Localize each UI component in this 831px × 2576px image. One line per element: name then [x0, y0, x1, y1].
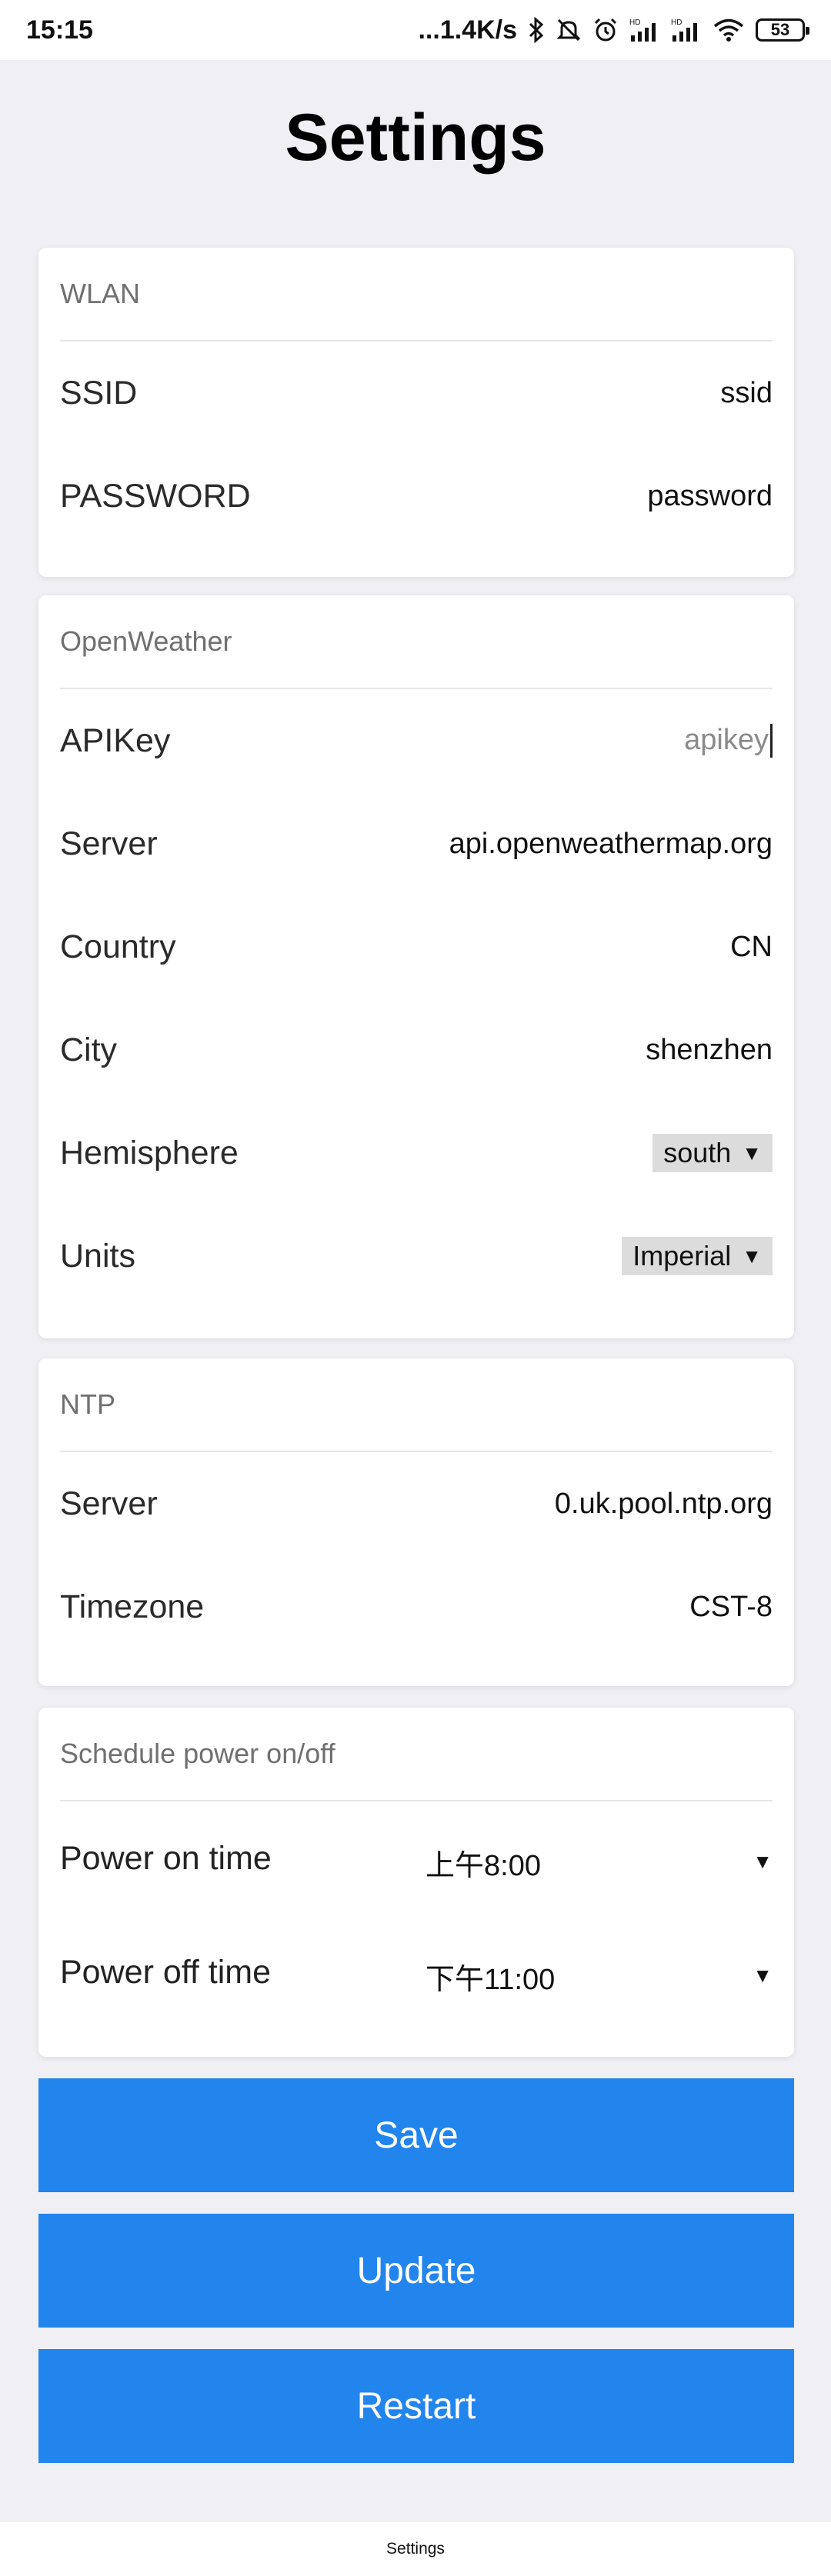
ntp-server-input[interactable]: 0.uk.pool.ntp.org [555, 1488, 773, 1521]
ssid-label: SSID [60, 374, 138, 412]
ntp-server-row[interactable]: Server 0.uk.pool.ntp.org [60, 1452, 773, 1555]
timezone-row[interactable]: Timezone CST-8 [60, 1555, 773, 1658]
signal-hd-icon: HD [671, 17, 702, 43]
city-label: City [60, 1031, 118, 1068]
power-on-label: Power on time [60, 1839, 272, 1877]
save-button[interactable]: Save [38, 2078, 794, 2192]
dropdown-arrow-icon: ▼ [742, 1141, 762, 1165]
signal-hd-icon: HD [629, 17, 660, 43]
ntp-card: NTP Server 0.uk.pool.ntp.org Timezone CS… [38, 1358, 794, 1686]
update-button[interactable]: Update [38, 2214, 794, 2328]
bluetooth-icon [528, 17, 545, 43]
page-title: Settings [285, 101, 546, 175]
ssid-row[interactable]: SSID ssid [60, 342, 773, 445]
power-off-row[interactable]: Power off time 下午11:00 ▼ [60, 1915, 773, 2029]
dropdown-arrow-icon: ▼ [742, 1244, 762, 1268]
hemisphere-value: south [663, 1137, 732, 1168]
dropdown-arrow-icon[interactable]: ▼ [742, 1958, 773, 1988]
hemisphere-row[interactable]: Hemisphere south ▼ [60, 1101, 773, 1205]
ssid-input[interactable]: ssid [720, 377, 773, 410]
ntp-header: NTP [60, 1358, 773, 1452]
country-label: Country [60, 928, 176, 965]
password-input[interactable]: password [647, 480, 773, 513]
status-bar: 15:15 ...1.4K/s HD HD 53 [0, 0, 831, 60]
apikey-row[interactable]: APIKey apikey [60, 689, 773, 792]
units-select[interactable]: Imperial ▼ [622, 1237, 773, 1275]
network-speed: ...1.4K/s [418, 15, 517, 45]
country-input[interactable]: CN [730, 931, 773, 964]
power-off-time-input[interactable]: 下午11:00 [426, 1948, 742, 1998]
status-time: 15:15 [26, 15, 93, 45]
password-label: PASSWORD [60, 477, 251, 515]
openweather-card: OpenWeather APIKey apikey Server api.ope… [38, 595, 794, 1338]
text-caret [770, 724, 773, 758]
battery-level: 53 [770, 20, 790, 39]
status-icons: ...1.4K/s HD HD 53 [418, 15, 809, 45]
wlan-card: WLAN SSID ssid PASSWORD password [38, 248, 794, 577]
password-row[interactable]: PASSWORD password [60, 445, 773, 548]
dropdown-arrow-icon[interactable]: ▼ [742, 1844, 773, 1874]
city-row[interactable]: City shenzhen [60, 998, 773, 1101]
timezone-input[interactable]: CST-8 [689, 1591, 773, 1624]
alarm-icon [592, 17, 619, 43]
restart-button[interactable]: Restart [38, 2349, 794, 2463]
units-row[interactable]: Units Imperial ▼ [60, 1205, 773, 1308]
power-on-time-input[interactable]: 上午8:00 [426, 1834, 742, 1884]
city-input[interactable]: shenzhen [646, 1034, 773, 1067]
units-label: Units [60, 1237, 135, 1275]
power-off-label: Power off time [60, 1953, 272, 1991]
units-value: Imperial [632, 1240, 732, 1271]
schedule-card: Schedule power on/off Power on time 上午8:… [38, 1708, 794, 2057]
apikey-placeholder: apikey [684, 723, 769, 756]
wifi-icon [713, 17, 745, 43]
openweather-header: OpenWeather [60, 595, 773, 689]
weather-server-row[interactable]: Server api.openweathermap.org [60, 792, 773, 895]
mute-icon [556, 17, 582, 43]
svg-text:HD: HD [629, 18, 640, 27]
weather-server-input[interactable]: api.openweathermap.org [449, 828, 773, 861]
battery-icon: 53 [756, 18, 809, 42]
weather-server-label: Server [60, 825, 158, 862]
svg-text:HD: HD [671, 18, 682, 27]
hemisphere-label: Hemisphere [60, 1134, 239, 1171]
apikey-input[interactable]: apikey [684, 724, 773, 758]
footer-title: Settings [0, 2522, 831, 2576]
apikey-label: APIKey [60, 721, 171, 759]
country-row[interactable]: Country CN [60, 895, 773, 998]
power-on-row[interactable]: Power on time 上午8:00 ▼ [60, 1801, 773, 1915]
schedule-header: Schedule power on/off [60, 1708, 773, 1801]
hemisphere-select[interactable]: south ▼ [652, 1134, 773, 1172]
ntp-server-label: Server [60, 1485, 158, 1522]
timezone-label: Timezone [60, 1588, 205, 1625]
wlan-header: WLAN [60, 248, 773, 342]
